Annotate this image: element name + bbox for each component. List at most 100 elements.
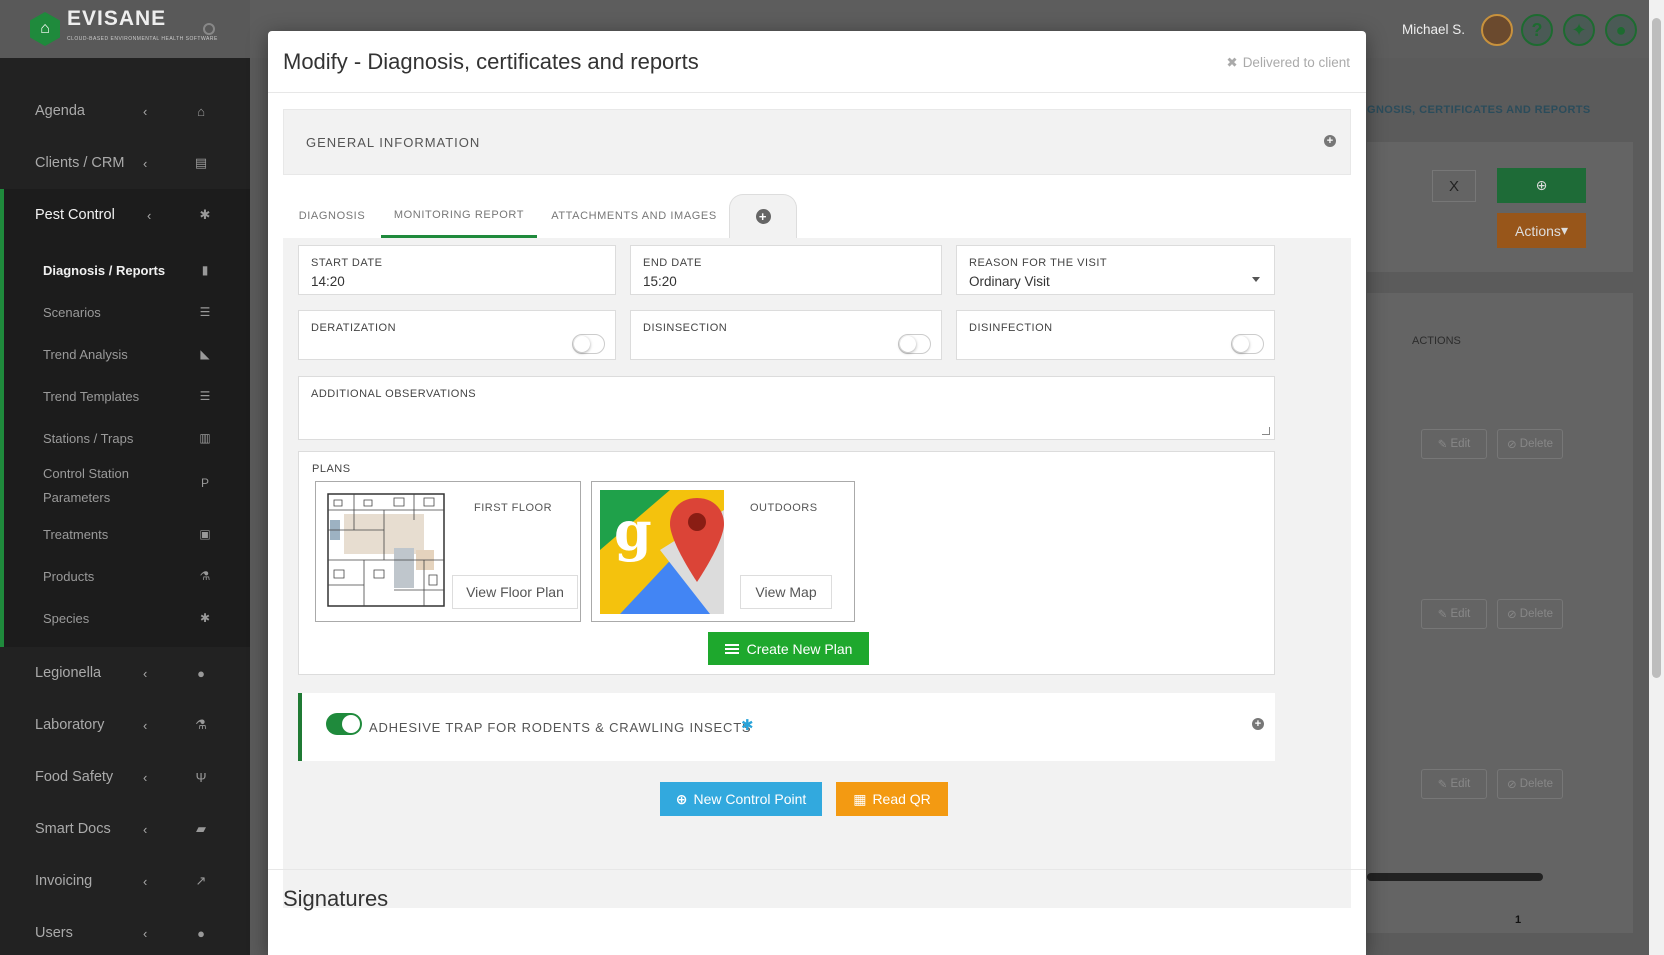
chevron-left-icon: ‹ — [143, 665, 148, 681]
google-maps-thumbnail[interactable]: g — [600, 490, 724, 614]
logo[interactable]: EVISANE CLOUD-BASED ENVIRONMENTAL HEALTH … — [67, 8, 218, 49]
trap-enabled-toggle[interactable] — [326, 713, 362, 735]
gift-icon[interactable]: ✦ — [1563, 14, 1595, 46]
sidebar-item-trend-analysis[interactable]: Trend Analysis ◣ — [4, 333, 250, 375]
svg-text:g: g — [614, 499, 652, 563]
create-new-plan-button[interactable]: Create New Plan — [708, 632, 869, 665]
sidebar-item-laboratory[interactable]: Laboratory ‹ ⚗ — [0, 699, 250, 751]
chevron-left-icon: ‹ — [143, 717, 148, 733]
add-button[interactable]: ⊕ — [1497, 168, 1586, 203]
clipboard-icon: ▮ — [201, 263, 209, 277]
sidebar-toggle-icon[interactable] — [203, 23, 215, 35]
sidebar: ⌂ EVISANE CLOUD-BASED ENVIRONMENTAL HEALT… — [0, 0, 250, 955]
view-floor-plan-button[interactable]: View Floor Plan — [452, 575, 578, 609]
chat-icon[interactable]: ● — [1605, 14, 1637, 46]
plus-circle-icon: ⊕ — [675, 790, 688, 807]
user-icon: ● — [197, 925, 205, 941]
sidebar-item-species[interactable]: Species ✱ — [4, 597, 250, 639]
folder-open-icon: ▰ — [196, 821, 206, 836]
help-icon[interactable]: ? — [1521, 14, 1553, 46]
filter-panel — [1367, 142, 1633, 272]
end-date-field[interactable]: END DATE 15:20 — [630, 245, 942, 295]
sidebar-item-food-safety[interactable]: Food Safety ‹ Ψ — [0, 751, 250, 803]
avatar[interactable] — [1481, 14, 1513, 46]
actions-button[interactable]: Actions ▾ — [1497, 213, 1586, 248]
deratization-toggle[interactable] — [572, 334, 605, 354]
edit-button[interactable]: ✎ Edit — [1421, 429, 1487, 459]
sidebar-item-pest-control[interactable]: Pest Control ‹ ✱ — [0, 189, 250, 241]
sidebar-item-products[interactable]: Products ⚗ — [4, 555, 250, 597]
window-scrollbar[interactable] — [1649, 0, 1664, 955]
archive-icon: ▥ — [199, 431, 211, 445]
tab-add[interactable]: + — [729, 194, 797, 238]
chevron-left-icon: ‹ — [143, 821, 148, 837]
cutlery-icon: Ψ — [195, 769, 207, 785]
sidebar-item-treatments[interactable]: Treatments ▣ — [4, 513, 250, 555]
disinsection-toggle[interactable] — [898, 334, 931, 354]
general-information-section[interactable]: GENERAL INFORMATION + — [283, 109, 1351, 175]
logo-icon: ⌂ — [30, 12, 60, 46]
sidebar-item-invoicing[interactable]: Invoicing ‹ ↗ — [0, 855, 250, 907]
user-name[interactable]: Michael S. — [1402, 22, 1465, 37]
qrcode-icon: ▦ — [853, 790, 867, 807]
sidebar-item-smart-docs[interactable]: Smart Docs ‹ ▰ — [0, 803, 250, 855]
tab-monitoring-report[interactable]: MONITORING REPORT — [381, 194, 537, 238]
sidebar-item-diagnosis-reports[interactable]: Diagnosis / Reports ▮ — [4, 249, 250, 291]
reason-for-visit-select[interactable]: REASON FOR THE VISIT Ordinary Visit — [956, 245, 1275, 295]
expand-plus-icon[interactable]: + — [1324, 135, 1336, 147]
area-chart-icon: ◣ — [200, 347, 210, 361]
floor-plan-thumbnail[interactable] — [324, 490, 448, 614]
clear-filter-button[interactable]: X — [1432, 170, 1476, 202]
general-information-title: GENERAL INFORMATION — [306, 135, 481, 150]
disinsection-field: DISINSECTION — [630, 310, 942, 360]
signatures-section: Signatures — [268, 869, 1366, 928]
sidebar-item-users[interactable]: Users ‹ ● — [0, 907, 250, 955]
delete-button[interactable]: ⊘ Delete — [1497, 429, 1563, 459]
delete-button[interactable]: ⊘ Delete — [1497, 599, 1563, 629]
edit-button[interactable]: ✎ Edit — [1421, 599, 1487, 629]
sidebar-item-agenda[interactable]: Agenda ‹ ⌂ — [0, 85, 250, 137]
parking-icon: P — [200, 476, 209, 490]
home-icon: ⌂ — [197, 103, 205, 119]
list-icon — [724, 642, 739, 656]
breadcrumb[interactable]: GNOSIS, CERTIFICATES AND REPORTS — [1367, 104, 1591, 116]
disinfection-field: DISINFECTION — [956, 310, 1275, 360]
sidebar-item-scenarios[interactable]: Scenarios ☰ — [4, 291, 250, 333]
modal-header: Modify - Diagnosis, certificates and rep… — [268, 31, 1366, 93]
delivered-to-client-status[interactable]: ✖ Delivered to client — [1226, 55, 1350, 71]
tab-attachments-and-images[interactable]: ATTACHMENTS AND IMAGES — [537, 194, 731, 238]
tab-diagnosis[interactable]: DIAGNOSIS — [283, 194, 381, 238]
plan-card-first-floor: FIRST FLOOR View Floor Plan — [315, 481, 581, 622]
sidebar-item-legionella[interactable]: Legionella ‹ ● — [0, 647, 250, 699]
sidebar-item-stations-traps[interactable]: Stations / Traps ▥ — [4, 417, 250, 459]
start-date-field[interactable]: START DATE 14:20 — [298, 245, 616, 295]
table-scrollbar[interactable] — [1367, 873, 1543, 881]
modify-dialog: Modify - Diagnosis, certificates and rep… — [268, 31, 1366, 955]
additional-observations-textarea[interactable]: ADDITIONAL OBSERVATIONS — [298, 376, 1275, 440]
disinfection-toggle[interactable] — [1231, 334, 1264, 354]
bug-icon: ✱ — [741, 717, 754, 734]
line-chart-icon: ↗ — [195, 873, 207, 888]
view-map-button[interactable]: View Map — [740, 575, 832, 609]
close-icon: ✖ — [1226, 55, 1238, 70]
plans-section: PLANS FIRST FLOOR View Floor Plan g OUTD… — [298, 451, 1275, 675]
edit-button[interactable]: ✎ Edit — [1421, 769, 1487, 799]
end-date-value: 15:20 — [643, 274, 677, 289]
deratization-field: DERATIZATION — [298, 310, 616, 360]
scrollbar-thumb[interactable] — [1652, 18, 1661, 678]
reason-value: Ordinary Visit — [969, 274, 1050, 289]
resize-handle-icon[interactable] — [1262, 427, 1270, 435]
sidebar-item-control-station-parameters[interactable]: Control Station Parameters P — [4, 459, 250, 513]
adhesive-trap-section: ADHESIVE TRAP FOR RODENTS & CRAWLING INS… — [298, 693, 1275, 761]
start-date-value: 14:20 — [311, 274, 345, 289]
sidebar-item-clients-crm[interactable]: Clients / CRM ‹ ▤ — [0, 137, 250, 189]
pagination-current[interactable]: 1 — [1515, 914, 1521, 926]
chevron-left-icon: ‹ — [143, 873, 148, 889]
expand-plus-icon[interactable]: + — [1252, 718, 1264, 730]
delete-button[interactable]: ⊘ Delete — [1497, 769, 1563, 799]
trap-title[interactable]: ADHESIVE TRAP FOR RODENTS & CRAWLING INS… — [369, 720, 751, 735]
new-control-point-button[interactable]: ⊕ New Control Point — [660, 782, 822, 816]
read-qr-button[interactable]: ▦ Read QR — [836, 782, 948, 816]
list-icon: ☰ — [199, 305, 211, 319]
sidebar-item-trend-templates[interactable]: Trend Templates ☰ — [4, 375, 250, 417]
